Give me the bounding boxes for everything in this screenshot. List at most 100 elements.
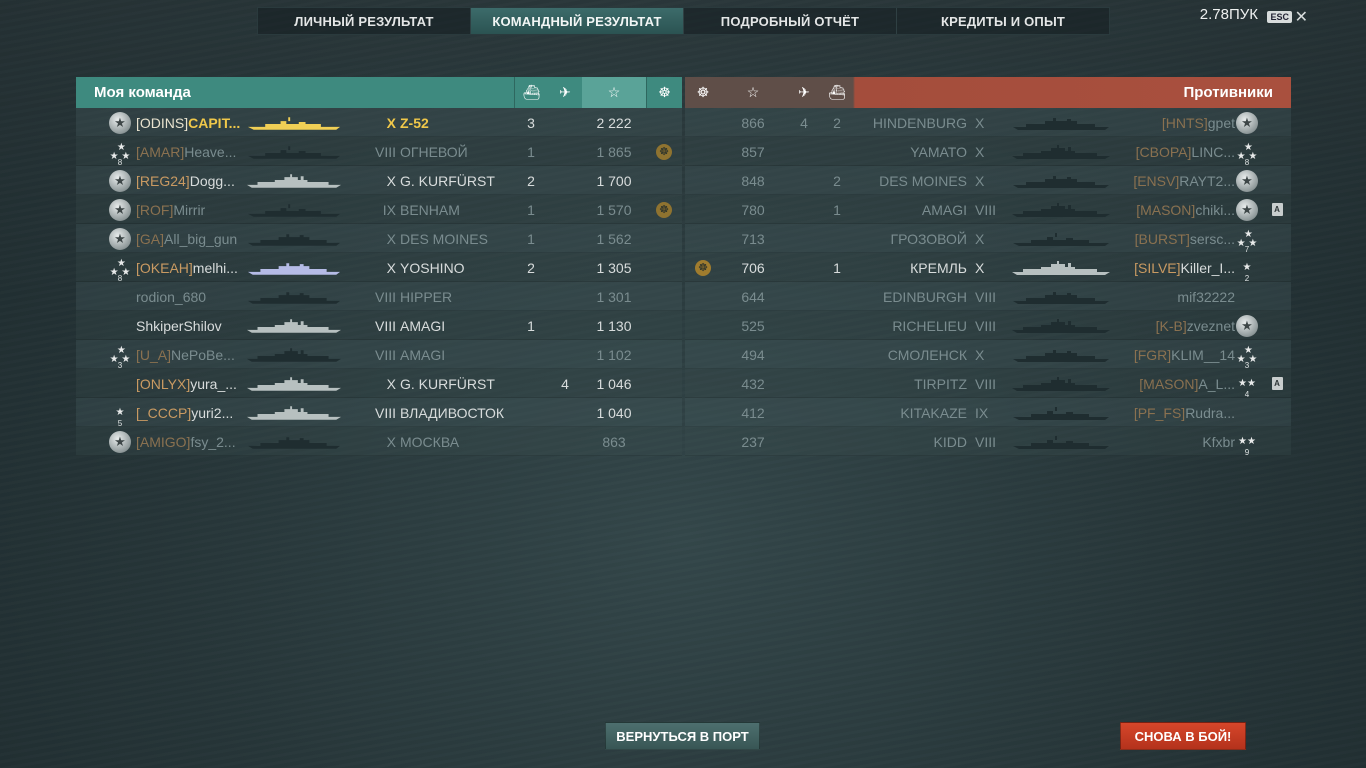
enemy-player-row[interactable]: 644 EDINBURGH VIII mif32222 — [685, 282, 1291, 311]
base-xp-value: 848 — [741, 172, 765, 189]
xp-header-icon[interactable]: ☆ — [582, 77, 646, 108]
ship-silhouette-icon — [1013, 406, 1109, 420]
enemy-player-row[interactable]: 412 KITAKAZE IX [PF_FS] Rudra... — [685, 398, 1291, 427]
team-player-row[interactable]: ★ [ROF] Mirrir IX BENHAM 1 1 570 ☸ — [76, 195, 682, 224]
team-player-row[interactable]: ★ [REG24] Dogg... X G. KURFÜRST 2 1 700 — [76, 166, 682, 195]
ship-silhouette — [246, 108, 342, 137]
ship-silhouette — [246, 195, 342, 224]
base-xp-value: 237 — [741, 433, 765, 450]
ship-silhouette-icon — [1012, 202, 1110, 217]
team-player-row[interactable]: ★ ★ ★ 8 [OKEAH] melhi... X YOSHINO 2 1 305 — [76, 253, 682, 283]
battle-again-button[interactable]: СНОВА В БОЙ! — [1120, 722, 1246, 750]
player-nickname: sersc... — [1189, 230, 1235, 247]
tab-team-result[interactable]: КОМАНДНЫЙ РЕЗУЛЬТАТ — [471, 8, 684, 34]
ship-silhouette-icon — [1013, 175, 1109, 188]
team-player-row[interactable]: rodion_680 VIII HIPPER 1 301 — [76, 282, 682, 311]
tab-personal-result[interactable]: ЛИЧНЫЙ РЕЗУЛЬТАТ — [258, 8, 471, 34]
enemy-player-row[interactable]: 525 RICHELIEU VIII [K-B] zveznet ★ — [685, 311, 1291, 340]
planes-shot-header-icon[interactable]: ✈ — [548, 77, 582, 108]
ship-name: TIRPITZ — [914, 375, 967, 392]
clan-tag: [AMAR] — [136, 143, 185, 160]
ship-silhouette — [1001, 166, 1121, 195]
player-name: [REG24] Dogg... — [136, 166, 244, 195]
division-cell — [1267, 311, 1287, 340]
achievements-header-icon[interactable]: ☸ — [646, 77, 682, 108]
achievement-medal-icon: ☸ — [656, 201, 672, 218]
base-xp-value: 1 305 — [596, 259, 632, 276]
enemy-player-row[interactable]: 848 2 DES MOINES X [ENSV] RAYT2... ★ — [685, 166, 1291, 195]
achievement-cell — [646, 166, 682, 195]
player-nickname: LINC... — [1191, 143, 1235, 160]
team-player-row[interactable]: ★ ★ ★ 8 [AMAR] Heave... VIII ОГНЕВОЙ 1 1 865 ☸ — [76, 137, 682, 167]
ships-destroyed-header-icon[interactable]: ⛴ — [823, 77, 851, 108]
base-xp-value: 432 — [741, 375, 765, 392]
team-player-row[interactable]: [ONLYX] yura_... X G. KURFÜRST 4 1 046 — [76, 369, 682, 398]
achievement-cell: ☸ — [646, 137, 682, 166]
rank-cell: ★★ 4 — [1235, 369, 1259, 399]
return-to-port-button[interactable]: ВЕРНУТЬСЯ В ПОРТ — [605, 722, 760, 750]
rank-badge-icon: ★ — [109, 169, 131, 192]
player-nickname: gpet — [1207, 114, 1235, 131]
player-nickname: KLIM__14 — [1171, 346, 1235, 363]
player-name: [ODINS] CAPIT... — [136, 108, 244, 137]
enemy-player-row[interactable]: 237 KIDD VIII Kfxbr ★★ 9 — [685, 427, 1291, 457]
enemy-player-row[interactable]: 857 YAMATO X [CBOPA] LINC... ★ ★ ★ 8 — [685, 137, 1291, 167]
team-player-row[interactable]: ★ [ODINS] CAPIT... X Z-52 3 2 222 — [76, 108, 682, 137]
enemy-player-row[interactable]: 866 4 2 HINDENBURG X [HNTS] gpet ★ — [685, 108, 1291, 137]
enemy-team-panel: ☸ ☆ ✈ ⛴ Противники 866 4 2 HINDENBURG X [HNTS… — [685, 77, 1291, 457]
ship-silhouette-icon — [1013, 349, 1109, 362]
xp-header-icon[interactable]: ☆ — [721, 77, 785, 108]
team-player-row[interactable]: ★ [GA] All_big_gun X DES MOINES 1 1 562 — [76, 224, 682, 253]
division-cell — [1267, 427, 1287, 456]
ships-destroyed-count: 1 — [527, 317, 535, 334]
ships-destroyed-count: 2 — [833, 172, 841, 189]
rank-cell: ★ — [108, 224, 132, 253]
enemy-player-row[interactable]: 432 TIRPITZ VIII [MASON] A_L... ★★ 4 A — [685, 369, 1291, 399]
ships-destroyed-count — [823, 398, 851, 427]
ship-name: AMAGI — [400, 346, 446, 363]
base-xp-value: 412 — [741, 404, 765, 421]
ships-destroyed-count: 1 — [527, 143, 535, 160]
ship-silhouette — [246, 166, 342, 195]
team-player-row[interactable]: ShkiperShilov VIII AMAGI 1 1 130 — [76, 311, 682, 340]
enemy-team-title: Противники — [1183, 84, 1273, 101]
planes-shot-count — [785, 282, 823, 311]
rank-stars-icon: ★★ — [1238, 436, 1256, 447]
ships-destroyed-header-icon[interactable]: ⛴ — [514, 77, 548, 108]
ship-silhouette — [1001, 427, 1121, 456]
planes-shot-count — [785, 369, 823, 398]
team-player-row[interactable]: ★ [AMIGO] fsy_2... X МОСКВА 863 — [76, 427, 682, 456]
ships-destroyed-count: 3 — [527, 114, 535, 131]
ship-silhouette-icon — [246, 173, 342, 188]
player-name: [MASON] chiki... — [1123, 195, 1235, 224]
ship-silhouette — [1001, 340, 1121, 369]
ships-destroyed-count — [514, 427, 548, 456]
planes-shot-count — [785, 166, 823, 195]
enemy-player-row[interactable]: 780 1 AMAGI VIII [MASON] chiki... ★ A — [685, 195, 1291, 224]
rank-medal-icon: ★ — [1236, 314, 1258, 337]
clan-tag: [GA] — [136, 230, 165, 247]
enemy-player-row[interactable]: ☸ 706 1 КРЕМЛЬ X [SILVE] Killer_I... ★ 2 — [685, 253, 1291, 283]
tab-detailed-report[interactable]: ПОДРОБНЫЙ ОТЧЁТ — [684, 8, 897, 34]
achievement-cell — [646, 398, 682, 427]
player-name: ShkiperShilov — [136, 311, 244, 340]
enemy-player-row[interactable]: 494 СМОЛЕНСК X [FGR] KLIM__14 ★ ★ ★ 3 — [685, 340, 1291, 370]
clan-tag: [OKEAH] — [136, 259, 193, 276]
ships-destroyed-count — [823, 224, 851, 253]
base-xp-value: 866 — [741, 114, 765, 131]
ship-silhouette — [246, 282, 342, 311]
close-icon[interactable]: ✕ — [1295, 7, 1308, 27]
team-player-row[interactable]: ★ ★ ★ 3 [U_A] NePoBe... VIII AMAGI 1 102 — [76, 340, 682, 370]
planes-shot-count: 4 — [561, 375, 569, 392]
planes-shot-header-icon[interactable]: ✈ — [785, 77, 823, 108]
team-player-row[interactable]: ★ 5 [_CCCP] yuri2... VIII ВЛАДИВОСТОК 1 040 — [76, 398, 682, 428]
clan-tag: [MASON] — [1139, 375, 1199, 392]
planes-shot-count — [548, 340, 582, 369]
clan-tag: [REG24] — [136, 172, 190, 189]
enemy-player-row[interactable]: 713 ГРОЗОВОЙ X [BURST] sersc... ★ ★ ★ 7 — [685, 224, 1291, 254]
ships-destroyed-count — [823, 369, 851, 398]
ship-silhouette — [1001, 369, 1121, 398]
tab-credits-xp[interactable]: КРЕДИТЫ И ОПЫТ — [897, 8, 1109, 34]
achievements-header-icon[interactable]: ☸ — [685, 77, 721, 108]
player-nickname: RAYT2... — [1179, 172, 1235, 189]
